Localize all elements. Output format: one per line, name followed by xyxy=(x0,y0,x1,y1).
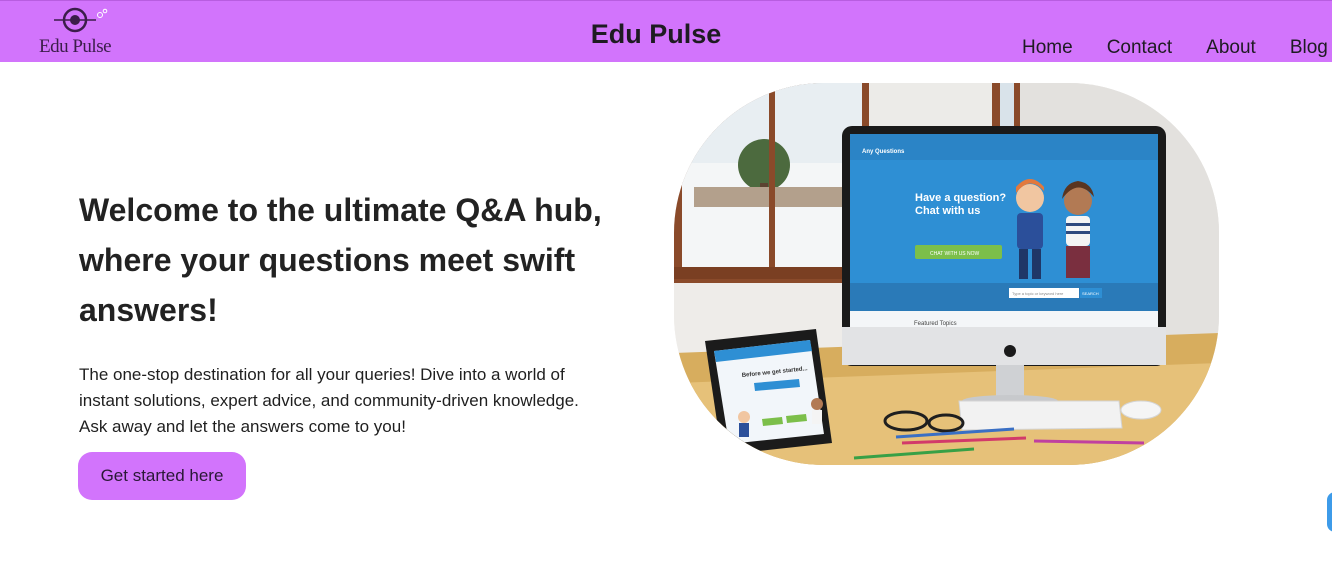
monitor-chat-button: CHAT WITH US NOW xyxy=(930,251,980,257)
hero-heading: Welcome to the ultimate Q&A hub, where y… xyxy=(79,192,602,328)
monitor-brand-text: Any Questions xyxy=(862,149,905,155)
hero-text-section: Welcome to the ultimate Q&A hub, where y… xyxy=(79,185,639,440)
monitor-featured: Featured Topics xyxy=(914,321,957,327)
monitor-search-button: SEARCH xyxy=(1082,291,1099,296)
nav-link-contact[interactable]: Contact xyxy=(1107,37,1172,59)
nav-link-home[interactable]: Home xyxy=(1022,37,1073,59)
monitor-headline-2: Chat with us xyxy=(915,205,980,217)
hero-image: Any Questions Have a question? Chat with… xyxy=(674,83,1219,465)
nav-link-blog[interactable]: Blog xyxy=(1290,37,1328,59)
main-nav: Home Contact About Blog xyxy=(1022,37,1328,59)
monitor-headline-1: Have a question? xyxy=(915,192,1006,204)
nav-link-about[interactable]: About xyxy=(1206,37,1256,59)
get-started-button[interactable]: Get started here xyxy=(78,452,246,500)
desk-scene-illustration: Any Questions Have a question? Chat with… xyxy=(674,83,1219,465)
monitor-search-placeholder: Type a topic or keyword here xyxy=(1012,291,1064,296)
chat-bubble-icon[interactable] xyxy=(1327,492,1332,532)
navbar: Edu Pulse Edu Pulse Home Contact About B… xyxy=(0,0,1332,62)
hero-paragraph: The one-stop destination for all your qu… xyxy=(79,365,579,436)
